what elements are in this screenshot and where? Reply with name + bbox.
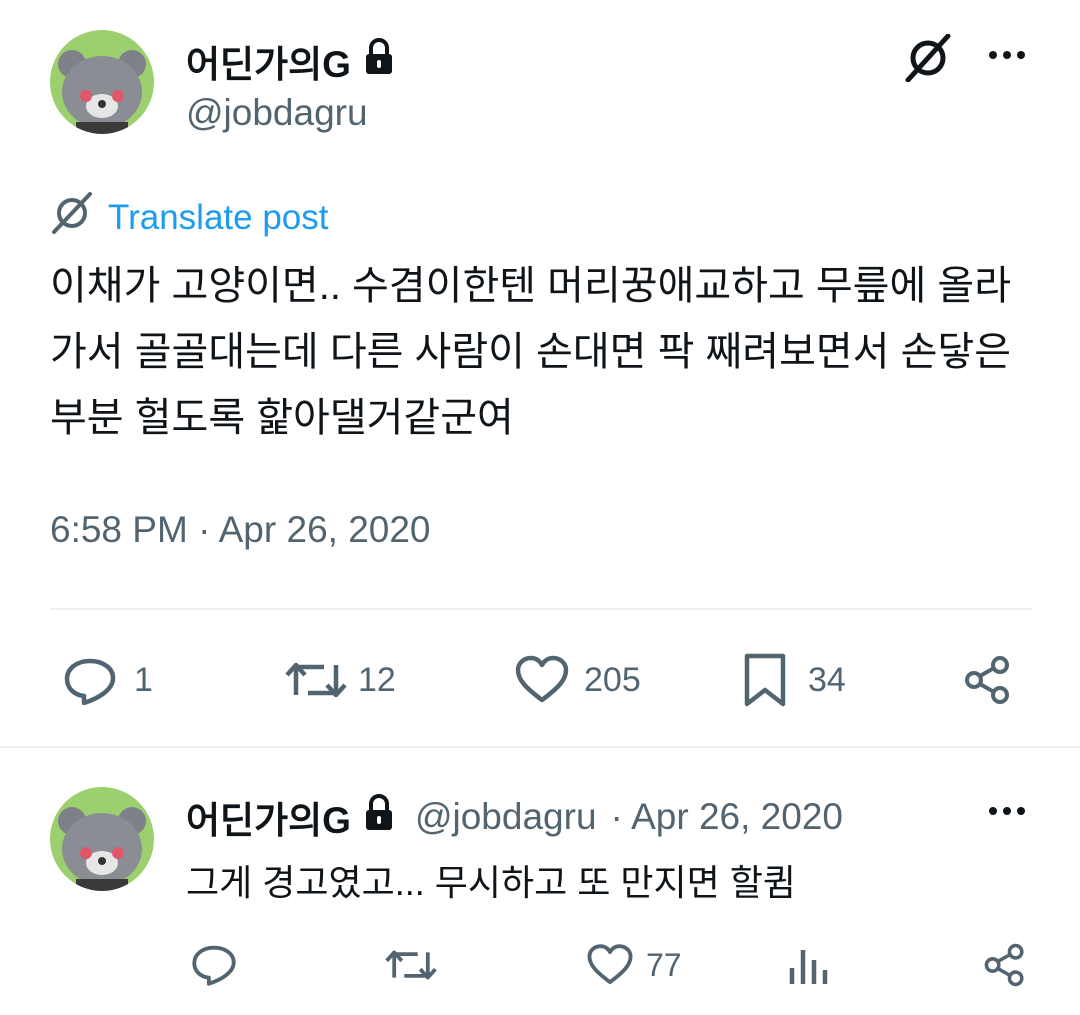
repost-button[interactable] [384,944,438,991]
reply-button[interactable] [190,942,238,991]
bookmark-count: 34 [808,660,846,699]
repost-icon [385,950,437,980]
divider [0,746,1080,748]
lock-icon [363,793,395,841]
share-icon[interactable] [982,942,1028,993]
like-icon [586,943,634,987]
bookmark-button[interactable]: 34 [742,652,846,708]
translate-post-link[interactable]: Translate post [50,192,328,243]
post-text: 이채가 고양이면.. 수겸이한텐 머리꿍애교하고 무릎에 올라가서 골골대는데 … [50,264,1011,440]
display-name-text: 어딘가의G [186,44,351,85]
more-icon[interactable] [986,44,1030,71]
reply-icon [62,655,118,705]
like-button[interactable]: 77 [586,943,682,987]
reply-display-name[interactable]: 어딘가의G [186,790,395,844]
like-button[interactable]: 205 [514,655,641,705]
grok-icon[interactable] [902,33,954,87]
repost-count: 12 [358,660,396,699]
like-count: 77 [646,946,682,983]
reply-handle[interactable]: @jobdagru [415,796,597,838]
repost-button[interactable]: 12 [284,655,396,705]
like-count: 205 [584,660,641,699]
views-icon[interactable] [788,944,828,991]
more-icon[interactable] [986,800,1030,827]
grok-icon [50,192,94,243]
divider [50,608,1032,610]
share-icon[interactable] [962,654,1014,711]
avatar[interactable] [50,787,154,891]
avatar[interactable] [50,30,154,134]
like-icon [514,655,570,705]
reply-icon [192,945,236,986]
bookmark-icon [742,652,788,708]
bear-avatar-image [50,787,154,891]
display-name-text: 어딘가의G [186,800,351,841]
reply-text: 그게 경고였고... 무시하고 또 만지면 할큄 [186,862,796,903]
bear-avatar-image [50,30,154,134]
reply-count: 1 [134,660,153,699]
user-handle[interactable]: @jobdagru [186,92,368,134]
lock-icon [363,37,395,85]
post-timestamp[interactable]: 6:58 PM · Apr 26, 2020 [50,509,431,551]
reply-date[interactable]: · Apr 26, 2020 [611,796,843,838]
reply-header: 어딘가의G @jobdagru · Apr 26, 2020 [186,790,843,844]
repost-icon [284,655,348,705]
reply-button[interactable]: 1 [62,655,153,705]
display-name[interactable]: 어딘가의G [186,34,395,88]
translate-label: Translate post [108,197,329,237]
